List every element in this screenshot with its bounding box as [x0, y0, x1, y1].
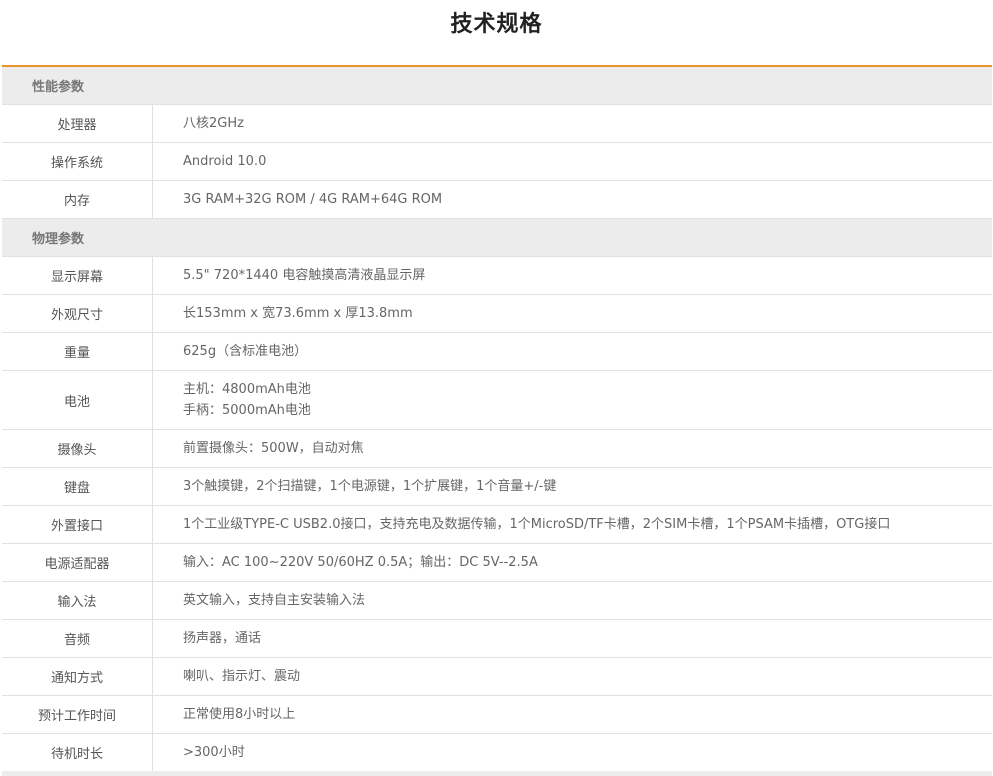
spec-value: 3个触摸键，2个扫描键，1个电源键，1个扩展键，1个音量+/-键: [153, 468, 992, 505]
spec-label: 重量: [2, 333, 153, 370]
table-row: 外观尺寸 长153mm x 宽73.6mm x 厚13.8mm: [2, 295, 992, 333]
spec-value: 主机：4800mAh电池 手柄：5000mAh电池: [153, 371, 992, 429]
spec-value-line: 正常使用8小时以上: [183, 707, 296, 722]
spec-label: 输入法: [2, 582, 153, 619]
table-row: 输入法 英文输入，支持自主安装输入法: [2, 582, 992, 620]
spec-value-line: 3G RAM+32G ROM / 4G RAM+64G ROM: [183, 192, 443, 207]
spec-value: 英文输入，支持自主安装输入法: [153, 582, 992, 619]
table-row: 显示屏幕 5.5" 720*1440 电容触摸高清液晶显示屏: [2, 257, 992, 295]
spec-value-line: 手柄：5000mAh电池: [183, 403, 311, 418]
spec-value-line: 625g（含标准电池）: [183, 344, 308, 359]
spec-label: 内存: [2, 181, 153, 218]
spec-label: 待机时长: [2, 734, 153, 771]
spec-label: 电源适配器: [2, 544, 153, 581]
table-row: 内存 3G RAM+32G ROM / 4G RAM+64G ROM: [2, 181, 992, 219]
spec-value: 输入：AC 100~220V 50/60HZ 0.5A；输出：DC 5V--2.…: [153, 544, 992, 581]
table-row: 音频 扬声器，通话: [2, 620, 992, 658]
spec-value: 正常使用8小时以上: [153, 696, 992, 733]
spec-value: 1个工业级TYPE-C USB2.0接口，支持充电及数据传输，1个MicroSD…: [153, 506, 992, 543]
title-area: 技术规格: [0, 0, 993, 40]
spec-value-line: 扬声器，通话: [183, 631, 262, 646]
table-row: 外置接口 1个工业级TYPE-C USB2.0接口，支持充电及数据传输，1个Mi…: [2, 506, 992, 544]
spec-value-line: Android 10.0: [183, 154, 267, 169]
table-row: 电池 主机：4800mAh电池 手柄：5000mAh电池: [2, 371, 992, 430]
spec-label: 操作系统: [2, 143, 153, 180]
spec-label: 外观尺寸: [2, 295, 153, 332]
spec-value-line: 长153mm x 宽73.6mm x 厚13.8mm: [183, 306, 413, 321]
spec-value: 长153mm x 宽73.6mm x 厚13.8mm: [153, 295, 992, 332]
table-row: 电源适配器 输入：AC 100~220V 50/60HZ 0.5A；输出：DC …: [2, 544, 992, 582]
section-label: 物理参数: [32, 232, 85, 247]
spec-value: 八核2GHz: [153, 105, 992, 142]
spec-value-line: 3个触摸键，2个扫描键，1个电源键，1个扩展键，1个音量+/-键: [183, 479, 557, 494]
spec-label: 外置接口: [2, 506, 153, 543]
spec-value: 前置摄像头：500W，自动对焦: [153, 430, 992, 467]
table-row: 通知方式 喇叭、指示灯、震动: [2, 658, 992, 696]
spec-value-line: 5.5" 720*1440 电容触摸高清液晶显示屏: [183, 268, 426, 283]
spec-value: >300小时: [153, 734, 992, 771]
spec-table: 性能参数 处理器 八核2GHz 操作系统 Android 10.0 内存 3G …: [2, 65, 992, 772]
spec-value-line: 八核2GHz: [183, 116, 244, 131]
spec-value-line: 英文输入，支持自主安装输入法: [183, 593, 366, 608]
table-row: 预计工作时间 正常使用8小时以上: [2, 696, 992, 734]
spec-value-line: >300小时: [183, 745, 245, 760]
table-row: 处理器 八核2GHz: [2, 105, 992, 143]
table-row: 键盘 3个触摸键，2个扫描键，1个电源键，1个扩展键，1个音量+/-键: [2, 468, 992, 506]
page-title: 技术规格: [450, 12, 543, 37]
spec-value-line: 前置摄像头：500W，自动对焦: [183, 441, 364, 456]
section-label: 性能参数: [32, 80, 85, 95]
spec-label: 音频: [2, 620, 153, 657]
table-row: 摄像头 前置摄像头：500W，自动对焦: [2, 430, 992, 468]
spec-label: 处理器: [2, 105, 153, 142]
table-row: 操作系统 Android 10.0: [2, 143, 992, 181]
spec-label: 电池: [2, 371, 153, 429]
spec-value: Android 10.0: [153, 143, 992, 180]
table-row: 重量 625g（含标准电池）: [2, 333, 992, 371]
spec-value: 喇叭、指示灯、震动: [153, 658, 992, 695]
spec-label: 显示屏幕: [2, 257, 153, 294]
spec-value-line: 主机：4800mAh电池: [183, 382, 311, 397]
spec-value-line: 1个工业级TYPE-C USB2.0接口，支持充电及数据传输，1个MicroSD…: [183, 517, 891, 532]
spec-value-line: 输入：AC 100~220V 50/60HZ 0.5A；输出：DC 5V--2.…: [183, 555, 538, 570]
spec-value: 扬声器，通话: [153, 620, 992, 657]
spec-value-line: 喇叭、指示灯、震动: [183, 669, 301, 684]
spec-value: 5.5" 720*1440 电容触摸高清液晶显示屏: [153, 257, 992, 294]
spec-label: 预计工作时间: [2, 696, 153, 733]
section-header-physical: 物理参数: [2, 219, 992, 257]
spec-label: 摄像头: [2, 430, 153, 467]
table-row: 待机时长 >300小时: [2, 734, 992, 772]
spec-value: 3G RAM+32G ROM / 4G RAM+64G ROM: [153, 181, 992, 218]
section-header-performance: 性能参数: [2, 67, 992, 105]
spec-label: 通知方式: [2, 658, 153, 695]
spec-value: 625g（含标准电池）: [153, 333, 992, 370]
spec-label: 键盘: [2, 468, 153, 505]
table-bottom-strip: [2, 771, 992, 776]
